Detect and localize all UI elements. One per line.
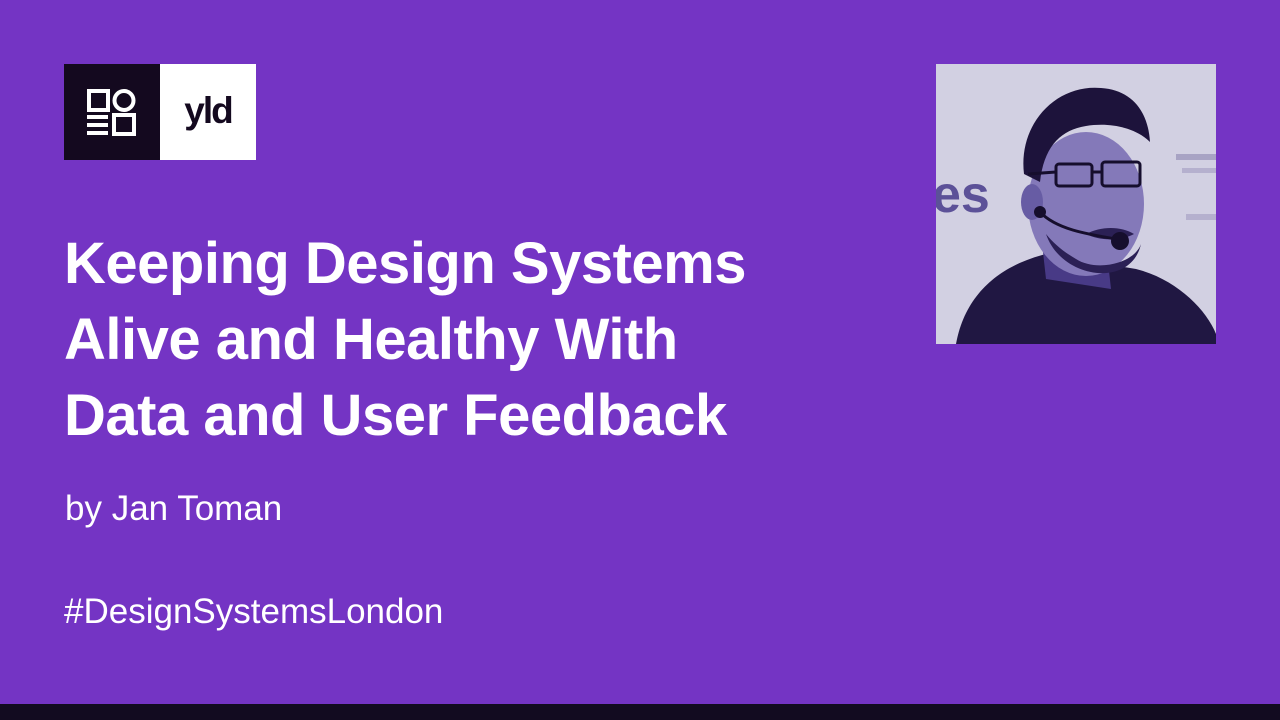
talk-title: Keeping Design Systems Alive and Healthy…: [64, 226, 884, 454]
design-systems-london-logo-icon: [87, 89, 136, 136]
talk-title-line-2: Alive and Healthy With: [64, 307, 678, 372]
bottom-bar: [0, 704, 1280, 720]
event-hashtag: #DesignSystemsLondon: [64, 592, 444, 631]
talk-title-line-1: Keeping Design Systems: [64, 231, 747, 296]
yld-logo-text: yld: [184, 89, 233, 131]
slide: yld Keeping Design Systems Alive and Hea…: [0, 0, 1280, 720]
yld-logo: yld: [160, 64, 256, 160]
speaker-byline: by Jan Toman: [65, 489, 283, 528]
logo-group: yld: [64, 64, 256, 160]
talk-title-line-3: Data and User Feedback: [64, 383, 727, 448]
speaker-portrait-photo: es: [936, 64, 1216, 344]
design-systems-london-logo: [64, 64, 160, 160]
speaker-photo: es: [936, 64, 1216, 344]
